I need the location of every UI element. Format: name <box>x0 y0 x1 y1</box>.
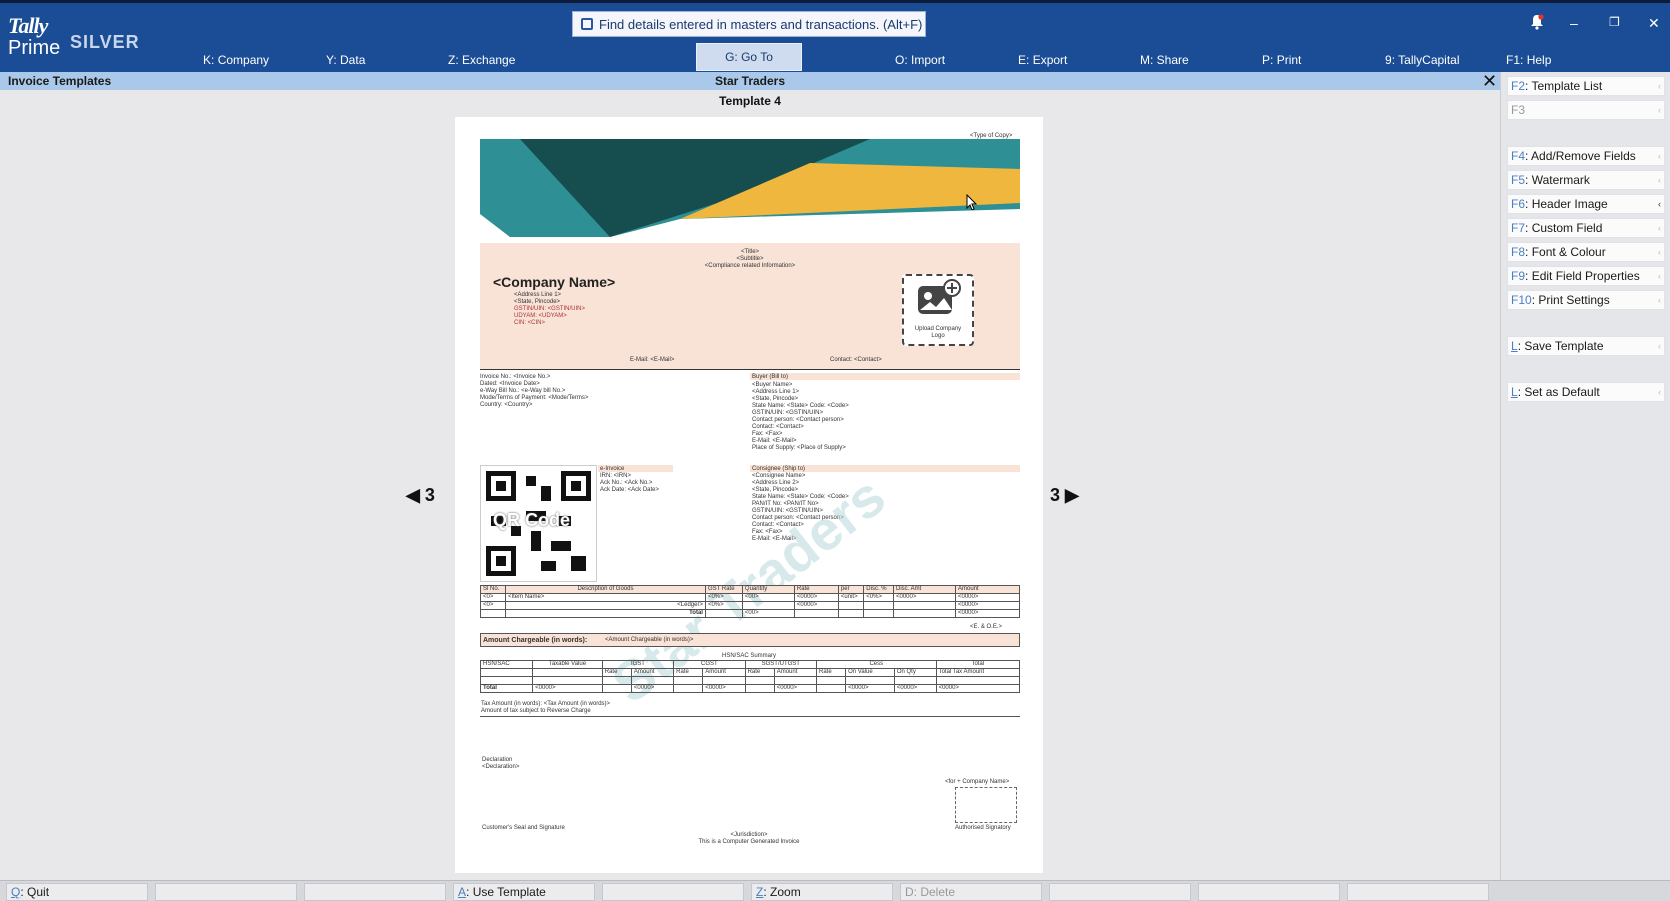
upload-logo[interactable]: Upload Company Logo <box>902 274 974 346</box>
bell-icon[interactable] <box>1530 14 1544 30</box>
btn-empty-1 <box>155 883 297 901</box>
header-image[interactable] <box>480 139 1020 237</box>
menu-help[interactable]: F1: Help <box>1506 50 1551 72</box>
menu-import[interactable]: O: Import <box>895 50 945 72</box>
menu-exchange[interactable]: Z: Exchange <box>448 50 515 72</box>
btn-quit[interactable]: Q: Quit <box>6 883 148 901</box>
btn-empty-6 <box>1347 883 1489 901</box>
close-icon[interactable]: ✕ <box>1648 15 1660 32</box>
close-screen-icon[interactable]: ✕ <box>1482 71 1497 92</box>
minimize-icon[interactable]: – <box>1570 15 1578 31</box>
header-graphic <box>480 139 1020 237</box>
menu-share[interactable]: M: Share <box>1140 50 1189 72</box>
company-section[interactable]: <Title> <Subtitle> <Compliance related I… <box>480 243 1020 369</box>
menu-tallycapital[interactable]: 9: TallyCapital <box>1385 50 1460 72</box>
signature-box[interactable] <box>955 787 1017 823</box>
mouse-cursor-icon <box>966 194 978 210</box>
restore-icon[interactable]: ❐ <box>1609 15 1620 29</box>
qr-code: QR Code <box>480 465 597 582</box>
btn-template-list[interactable]: F2: Template List ‹ <box>1507 76 1665 96</box>
btn-add-remove-fields[interactable]: F4: Add/Remove Fields ‹ <box>1507 146 1665 166</box>
btn-font-colour[interactable]: F8: Font & Colour ‹ <box>1507 242 1665 262</box>
btn-header-image[interactable]: F6: Header Image ‹ <box>1507 194 1665 214</box>
btn-watermark[interactable]: F5: Watermark ‹ <box>1507 170 1665 190</box>
btn-custom-field[interactable]: F7: Custom Field ‹ <box>1507 218 1665 238</box>
btn-print-settings[interactable]: F10: Print Settings ‹ <box>1507 290 1665 310</box>
right-panel: F2: Template List ‹ F3 ‹ F4: Add/Remove Fi… <box>1500 72 1670 880</box>
template-title: Template 4 <box>719 94 781 108</box>
menu-goto[interactable]: G: Go To <box>696 43 802 71</box>
btn-edit-field-properties[interactable]: F9: Edit Field Properties ‹ <box>1507 266 1665 286</box>
company-name: <Company Name> <box>493 274 616 290</box>
menu-print[interactable]: P: Print <box>1262 50 1301 72</box>
btn-f3: F3 ‹ <box>1507 100 1665 120</box>
menu-company[interactable]: K: Company <box>203 50 269 72</box>
btn-empty-3 <box>602 883 744 901</box>
tally-logo: Tally Prime SILVER <box>8 13 140 59</box>
btn-delete: D: Delete <box>900 883 1042 901</box>
hsn-table[interactable]: HSN/SAC Taxable Value IGST CGST SGST/UTGST Ce… <box>479 660 1021 693</box>
btn-save-template[interactable]: L: Save Template ‹ <box>1507 336 1665 356</box>
top-bar: Tally Prime SILVER Find details entered … <box>0 0 1670 72</box>
bottom-bar: Q: Quit A: Use Template Z: Zoom D: Delet… <box>0 880 1670 901</box>
next-template[interactable]: 3 ▶ <box>1050 485 1079 506</box>
btn-zoom[interactable]: Z: Zoom <box>751 883 893 901</box>
btn-use-template[interactable]: A: Use Template <box>453 883 595 901</box>
btn-empty-4 <box>1049 883 1191 901</box>
search-icon <box>581 18 593 30</box>
menu-data[interactable]: Y: Data <box>326 50 365 72</box>
company-title: Star Traders <box>714 74 786 88</box>
search-box[interactable]: Find details entered in masters and tran… <box>572 11 926 37</box>
btn-empty-2 <box>304 883 446 901</box>
invoice-preview: <Type of Copy> <Title> <Subtitle> <Compl… <box>455 117 1043 873</box>
prev-template[interactable]: ◀ 3 <box>406 485 435 506</box>
btn-set-default[interactable]: L: Set as Default ‹ <box>1507 382 1665 402</box>
image-plus-icon <box>918 279 961 314</box>
title-bar: Invoice Templates Star Traders <box>0 72 1500 90</box>
btn-empty-5 <box>1198 883 1340 901</box>
menu-export[interactable]: E: Export <box>1018 50 1067 72</box>
items-table[interactable]: Sl No. Description of Goods GST Rate Quanti… <box>480 585 1020 618</box>
